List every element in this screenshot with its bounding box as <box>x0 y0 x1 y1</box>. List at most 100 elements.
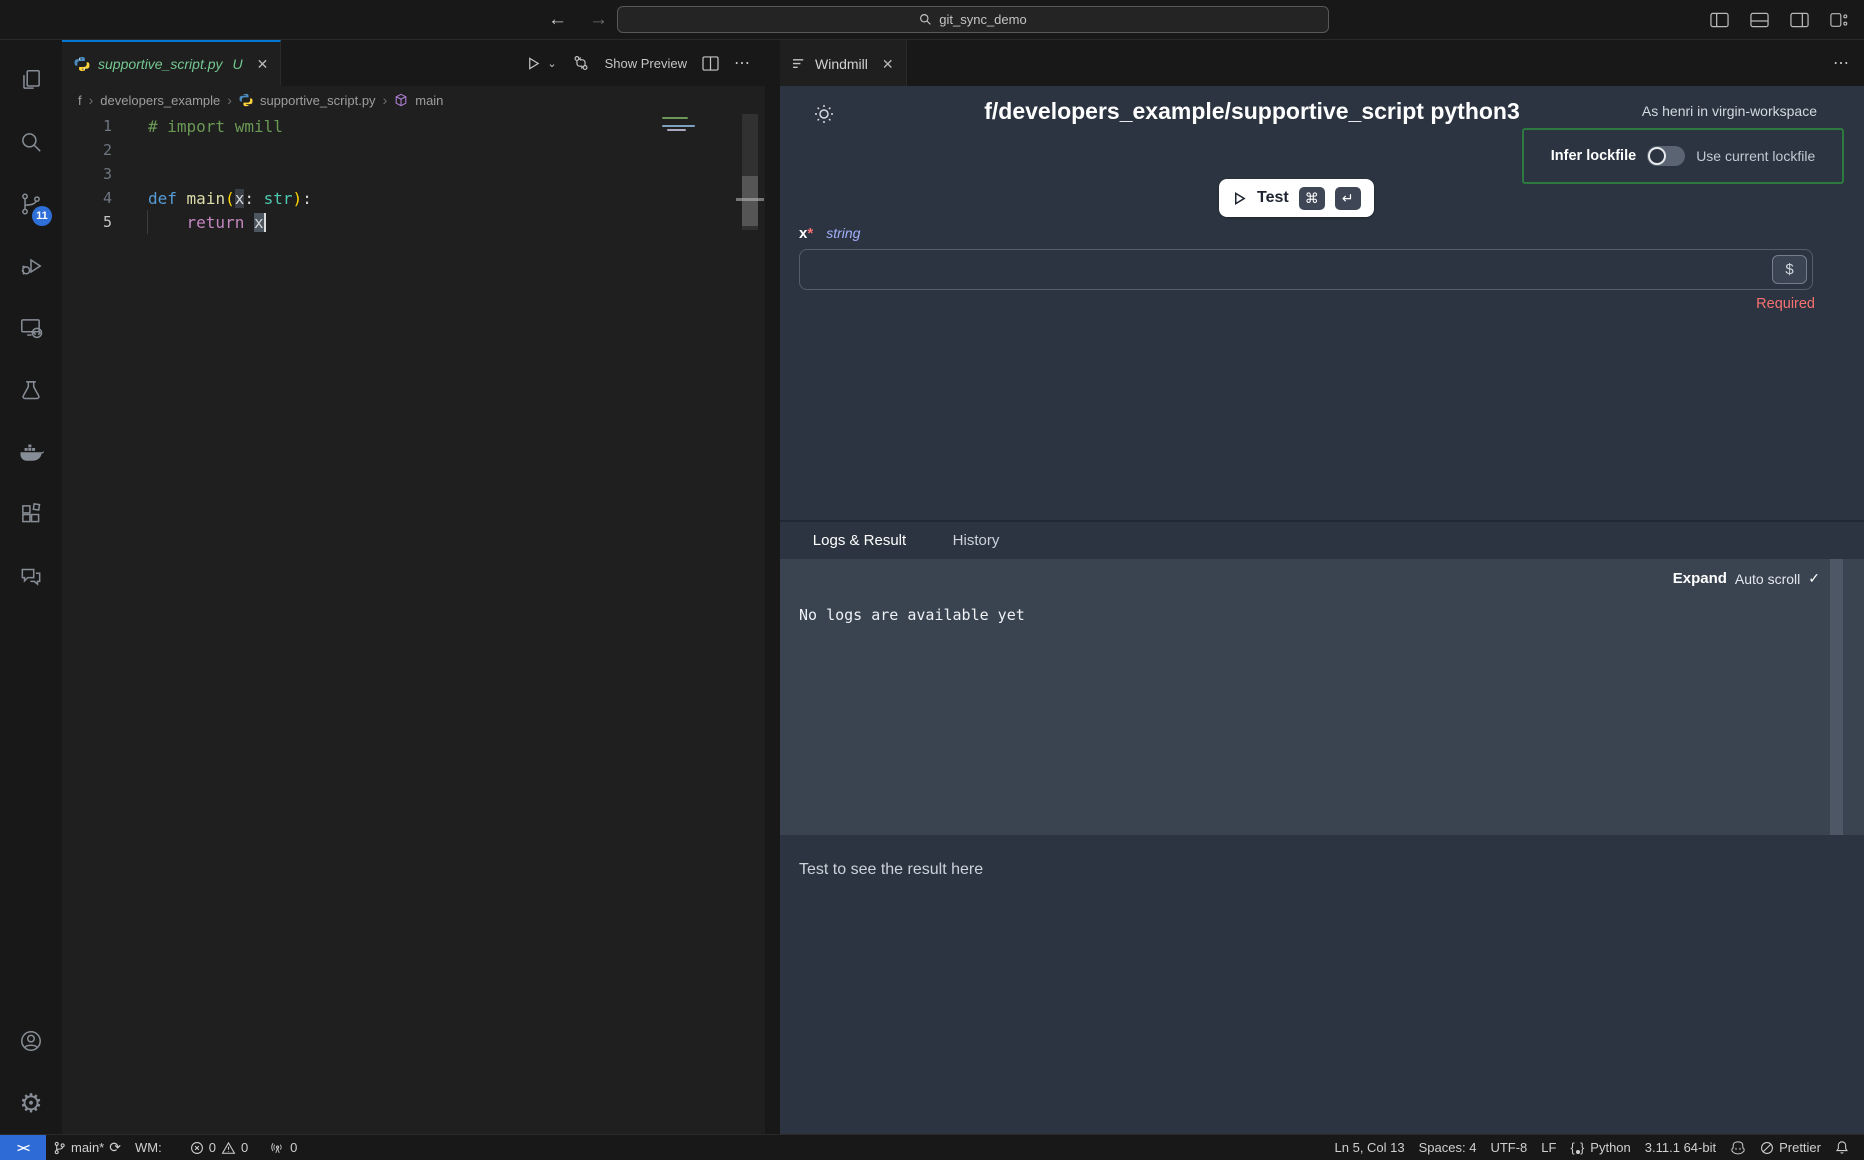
editor-scrollbar[interactable] <box>742 176 758 226</box>
python-file-icon <box>239 93 253 107</box>
eol-item[interactable]: LF <box>1534 1135 1563 1160</box>
search-sidebar-icon[interactable] <box>7 111 55 173</box>
open-changes-icon[interactable] <box>572 54 590 72</box>
infer-lockfile-label: Infer lockfile <box>1551 148 1636 164</box>
problems-item[interactable]: 0 0 <box>183 1135 255 1160</box>
search-query: git_sync_demo <box>939 12 1026 27</box>
required-message: Required <box>1756 296 1815 312</box>
prettier-item[interactable]: Prettier <box>1753 1135 1828 1160</box>
expand-button[interactable]: Expand <box>1673 570 1727 587</box>
ports-item[interactable]: 0 <box>263 1135 304 1160</box>
split-editor-icon[interactable] <box>702 56 719 71</box>
scm-badge: 11 <box>32 206 52 226</box>
editor-tab-bar: supportive_script.py U ✕ ⌄ Show Preview … <box>62 40 765 86</box>
enter-key-badge: ↵ <box>1335 187 1361 210</box>
breadcrumb-root[interactable]: f <box>78 93 82 108</box>
line-number: 3 <box>62 165 112 183</box>
branch-icon <box>53 1141 66 1155</box>
extensions-icon[interactable] <box>7 483 55 545</box>
git-branch-item[interactable]: main* ⟳ <box>46 1135 128 1160</box>
explorer-icon[interactable] <box>7 49 55 111</box>
lockfile-toggle[interactable] <box>1647 146 1685 166</box>
tab-logs-result[interactable]: Logs & Result <box>790 522 929 561</box>
error-icon <box>190 1141 204 1155</box>
warning-icon <box>221 1141 236 1155</box>
remote-explorer-icon[interactable] <box>7 297 55 359</box>
windmill-group: Windmill ✕ ⋯ f/developers_example/suppor… <box>780 40 1864 1134</box>
docker-icon[interactable] <box>7 421 55 483</box>
source-control-icon[interactable]: 11 <box>7 173 55 235</box>
tab-history[interactable]: History <box>929 522 1023 561</box>
script-path-title: f/developers_example/supportive_script p… <box>900 98 1604 125</box>
search-icon <box>919 13 932 26</box>
radio-tower-icon <box>270 1141 285 1155</box>
customize-layout-icon[interactable] <box>1830 12 1848 28</box>
tab-windmill[interactable]: Windmill ✕ <box>780 40 907 86</box>
tab-supportive-script[interactable]: supportive_script.py U ✕ <box>62 40 281 86</box>
vscode-window: ← → git_sync_demo 11 <box>0 0 1864 1160</box>
circle-slash-icon <box>1760 1141 1774 1155</box>
logs-scrollbar[interactable] <box>1830 559 1843 835</box>
tab-close-icon[interactable]: ✕ <box>257 56 269 73</box>
play-icon <box>1232 191 1247 206</box>
run-dropdown-icon[interactable]: ⌄ <box>547 57 556 70</box>
line-number: 5 <box>62 213 112 231</box>
cursor-position-item[interactable]: Ln 5, Col 13 <box>1328 1135 1412 1160</box>
forward-arrow-icon[interactable]: → <box>589 9 608 31</box>
toggle-primary-sidebar-icon[interactable] <box>1710 12 1729 28</box>
python-interpreter-item[interactable]: 3.11.1 64-bit <box>1638 1135 1723 1160</box>
line-number: 2 <box>62 141 112 159</box>
argument-input[interactable]: $ <box>799 249 1813 290</box>
notifications-item[interactable] <box>1828 1135 1856 1160</box>
more-actions-icon[interactable]: ⋯ <box>734 53 751 73</box>
copilot-item[interactable] <box>1723 1135 1753 1160</box>
breadcrumb: f › developers_example › supportive_scri… <box>62 86 765 114</box>
run-debug-icon[interactable] <box>7 235 55 297</box>
breadcrumb-folder[interactable]: developers_example <box>100 93 220 108</box>
variable-picker-button[interactable]: $ <box>1772 255 1807 284</box>
indentation-item[interactable]: Spaces: 4 <box>1412 1135 1484 1160</box>
cmd-key-badge: ⌘ <box>1299 187 1325 210</box>
bell-icon <box>1835 1140 1849 1155</box>
encoding-item[interactable]: UTF-8 <box>1483 1135 1534 1160</box>
line-number: 1 <box>62 117 112 135</box>
argument-label: x*string <box>799 225 860 242</box>
settings-gear-icon[interactable]: ⚙ <box>7 1072 55 1134</box>
code-line[interactable]: 4def main(x: str): <box>62 186 765 210</box>
run-file-icon[interactable] <box>526 56 541 71</box>
wm-status-item[interactable]: WM: <box>128 1135 169 1160</box>
tab-filename: supportive_script.py <box>98 56 223 72</box>
account-icon[interactable] <box>7 1010 55 1072</box>
python-file-icon <box>74 56 90 72</box>
autoscroll-toggle[interactable]: Auto scroll <box>1735 571 1800 587</box>
logs-empty-message: No logs are available yet <box>799 606 1025 624</box>
workbench: supportive_script.py U ✕ ⌄ Show Preview … <box>62 40 1864 1134</box>
activity-bar: 11 ⚙ <box>0 40 62 1134</box>
breadcrumb-file[interactable]: supportive_script.py <box>260 93 376 108</box>
checkmark-icon: ✓ <box>1808 570 1820 587</box>
code-editor[interactable]: 1# import wmill234def main(x: str):5 ret… <box>62 114 765 1134</box>
toggle-secondary-sidebar-icon[interactable] <box>1790 12 1809 28</box>
language-mode-item[interactable]: { } Python <box>1563 1135 1637 1160</box>
panel-tabs: Logs & Result History <box>780 520 1864 559</box>
editor-group: supportive_script.py U ✕ ⌄ Show Preview … <box>62 40 765 1134</box>
theme-toggle-sun-icon[interactable] <box>812 102 836 126</box>
overview-ruler-cursor-mark <box>736 198 764 201</box>
toggle-panel-icon[interactable] <box>1750 12 1769 28</box>
test-button[interactable]: Test ⌘ ↵ <box>1219 179 1374 217</box>
command-center-search[interactable]: git_sync_demo <box>617 6 1329 33</box>
comments-icon[interactable] <box>7 545 55 607</box>
more-actions-icon[interactable]: ⋯ <box>1833 53 1850 73</box>
show-preview-button[interactable]: Show Preview <box>605 56 687 71</box>
required-star: * <box>807 225 813 242</box>
back-arrow-icon[interactable]: ← <box>548 9 567 31</box>
remote-indicator[interactable]: >< <box>0 1135 46 1160</box>
testing-icon[interactable] <box>7 359 55 421</box>
sync-icon[interactable]: ⟳ <box>109 1139 121 1156</box>
copilot-icon <box>1730 1140 1746 1155</box>
code-line[interactable]: 5 return x <box>62 210 765 234</box>
minimap[interactable] <box>658 114 700 174</box>
status-bar: >< main* ⟳ WM: 0 0 0 Ln 5, Col 13 Spaces… <box>0 1134 1864 1160</box>
breadcrumb-symbol[interactable]: main <box>415 93 443 108</box>
tab-close-icon[interactable]: ✕ <box>882 56 894 73</box>
